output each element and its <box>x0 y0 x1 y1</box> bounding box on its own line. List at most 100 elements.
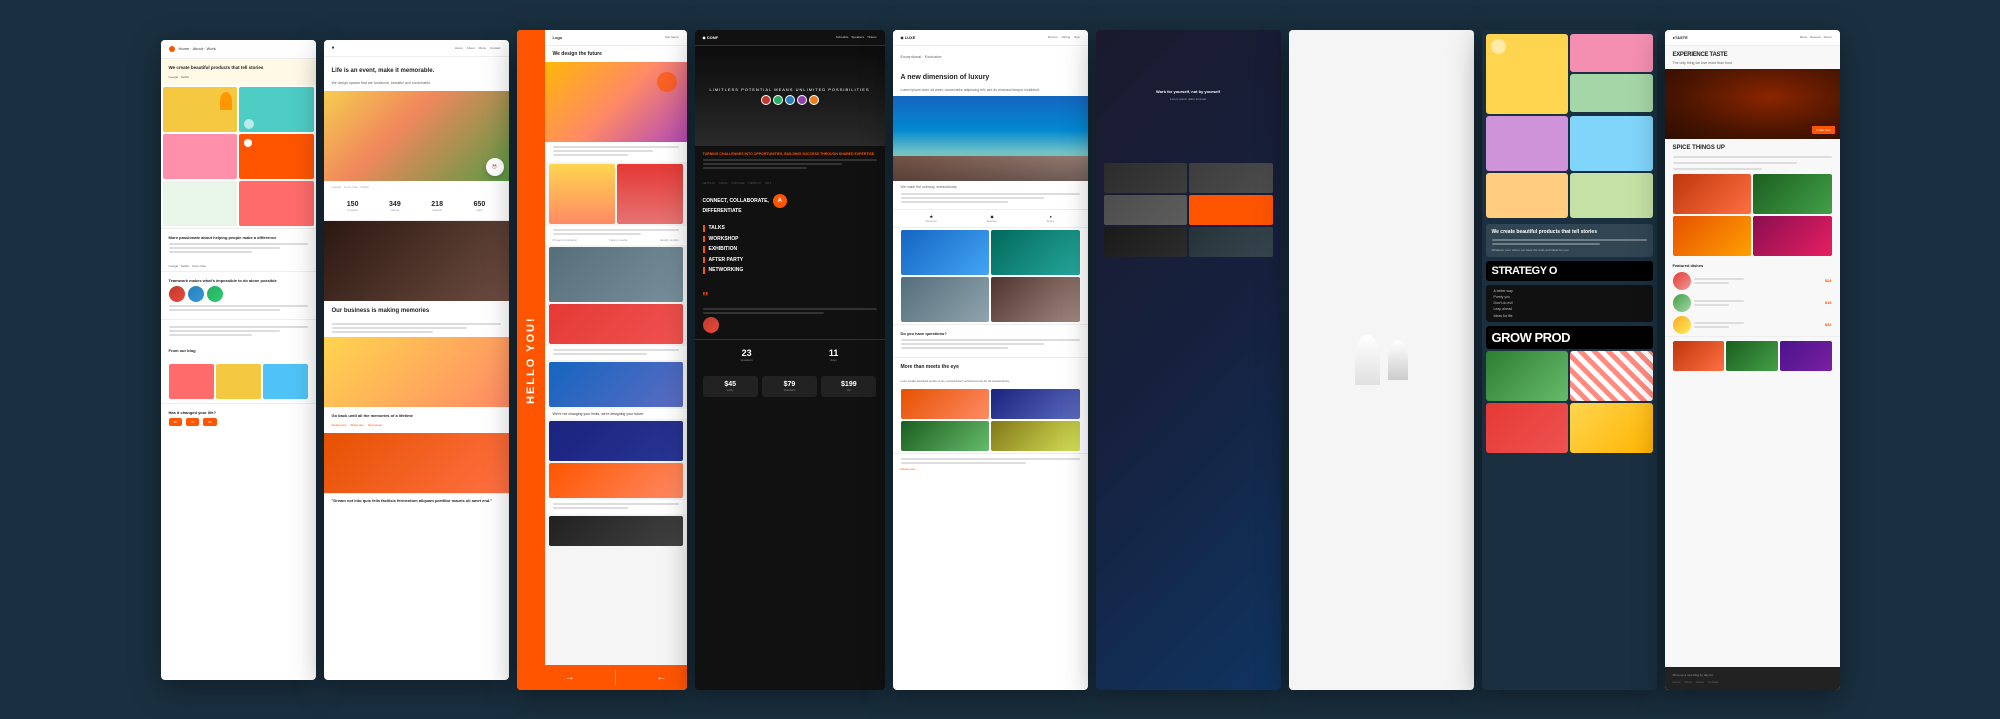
card1-cta-text: Has it changed your life? <box>169 410 308 415</box>
card2-food-image: ⏰ <box>324 91 509 181</box>
card5-img4 <box>991 277 1080 322</box>
card5-logo: ◆ LUXE <box>901 35 916 40</box>
card4-pricing-row: $45 early $79 standard $199 vip <box>703 376 877 397</box>
card2-stat3: 218 awards <box>431 201 443 212</box>
card4-schedule: TALKS WORKSHOP EXHIBITION AFTER PARTY NE… <box>695 219 885 284</box>
card1-section1: More passionate about helping people mak… <box>161 228 316 261</box>
card2-nav: Home About Menu Contact <box>455 46 501 50</box>
card8-cell1 <box>1486 34 1569 114</box>
card9-food2 <box>1753 174 1832 214</box>
card5-img-grid <box>893 228 1088 324</box>
card4-connect-text: CONNECT, COLLABORATE, A <box>703 194 877 208</box>
card3-img3 <box>549 247 683 302</box>
card3-bottom-bar: → ← <box>545 665 687 690</box>
card8-bottom4 <box>1570 403 1653 453</box>
card5-amenity1 <box>901 389 990 419</box>
card1-logos2: Google · Netflix · Coca Cola <box>169 264 206 268</box>
card4-hero: LIMITLESS POTENTIAL MEANS UNLIMITED POSS… <box>695 46 885 146</box>
card8-cell6 <box>1486 173 1569 218</box>
card8-bottom2 <box>1570 351 1653 401</box>
card1-teamwork-title: Teamwork makes what's impossible to do a… <box>169 278 308 283</box>
card2-hero-sub: We design spaces that are functional, be… <box>324 81 509 91</box>
card2-brand-logos: Google · Coca Cola · Netflix <box>332 185 369 189</box>
template-card-1[interactable]: Home · About · Work We create beautiful … <box>161 40 316 680</box>
card4-pricing: $45 early $79 standard $199 vip <box>695 370 885 403</box>
card3-arrow-right[interactable]: → <box>565 672 575 683</box>
card4-speaker-avatar <box>703 317 719 333</box>
template-card-2[interactable]: ● Home About Menu Contact Life is an eve… <box>324 40 509 680</box>
card2-food-img3 <box>324 433 509 493</box>
card2-clock-icon: ⏰ <box>486 158 504 176</box>
card4-hero-overlay: LIMITLESS POTENTIAL MEANS UNLIMITED POSS… <box>695 46 885 146</box>
card4-stats: 23 speakers 11 days <box>695 339 885 370</box>
card4-quote-mark: " <box>703 290 877 308</box>
card3-header: Logo Nav items <box>545 30 687 46</box>
card5-amenity3 <box>901 421 990 451</box>
card2-food-img2 <box>324 337 509 407</box>
card2-section2-title: Go back until all the memories of a life… <box>332 413 501 419</box>
card4-logo: ◆ CONF <box>703 35 719 40</box>
card3-img2 <box>617 164 683 224</box>
card5-img2 <box>991 230 1080 275</box>
card4-price2: $79 standard <box>762 376 817 397</box>
card5-discover-text: Let's create beautiful works of art, ext… <box>893 376 1088 387</box>
card8-bottom-grid <box>1482 351 1657 457</box>
card8-strategy-text: STRATEGY O <box>1486 261 1653 281</box>
card8-cell4 <box>1486 116 1569 171</box>
card5-amenities <box>893 387 1088 453</box>
card3-img5 <box>549 362 683 407</box>
card2-tags: Read more Share tips Next steps <box>332 423 501 427</box>
card4-price3: $199 vip <box>821 376 876 397</box>
avatar3 <box>785 95 795 105</box>
template-card-8[interactable]: We create beautiful products that tell s… <box>1482 30 1657 690</box>
card4-exhibition: EXHIBITION <box>703 246 877 253</box>
card8-cell3 <box>1570 74 1653 112</box>
card9-price3: $32 <box>1825 322 1832 327</box>
card2-quote: "Dream not into quis felis facilisis fer… <box>332 498 501 503</box>
template-card-3[interactable]: HELLO YOU! Logo Nav items We design the … <box>517 30 687 690</box>
card4-talks: TALKS <box>703 225 877 232</box>
card3-img7 <box>549 463 683 498</box>
card5-hero-text: A new dimension of luxury <box>893 63 1088 88</box>
card4-nav: Schedule Speakers Tickets <box>836 35 877 39</box>
template-card-5[interactable]: ◆ LUXE Rooms Dining Spa Exceptional · Ex… <box>893 30 1088 690</box>
card6-hero-text: Work for yourself, not by yourself <box>1156 89 1220 95</box>
card1-testimonial <box>161 319 316 344</box>
card5-questions: Do you have questions? <box>893 324 1088 357</box>
card9-food-img-row <box>1665 336 1840 375</box>
card1-btn[interactable]: 30 <box>169 418 182 426</box>
card9-food1 <box>1673 174 1752 214</box>
card1-img4 <box>239 134 314 179</box>
template-card-4[interactable]: ◆ CONF Schedule Speakers Tickets LIMITLE… <box>695 30 885 690</box>
template-card-6[interactable]: Home About Work Blog ≡ Work for yourself… <box>1096 30 1281 690</box>
card1-section1-title: More passionate about helping people mak… <box>169 235 308 240</box>
card9-item2: $18 <box>1665 292 1840 314</box>
card8-cell5 <box>1570 116 1653 171</box>
template-card-7[interactable]: Education is learning what you didn't ev… <box>1289 30 1474 690</box>
card5-read-more[interactable]: Read more → <box>901 467 1080 471</box>
card1-btn3[interactable]: 50 <box>203 418 216 426</box>
card5-ordinary-text: We make the ordinary, extraordinary <box>893 181 1088 193</box>
card2-header: ● Home About Menu Contact <box>324 40 509 57</box>
card3-we-text: We're not changing your limits, we're de… <box>553 412 645 416</box>
card9-experience-text: EXPERIENCE TASTE <box>1665 46 1840 61</box>
avatar4 <box>797 95 807 105</box>
card4-potential-text: LIMITLESS POTENTIAL MEANS UNLIMITED POSS… <box>710 87 870 92</box>
card4-challenge-text: TURNING CHALLENGES INTO OPPORTUNITIES, B… <box>703 152 877 157</box>
card8-create-section: We create beautiful products that tell s… <box>1486 224 1653 257</box>
card1-tagline: We create beautiful products that tell s… <box>169 65 308 71</box>
card6-grid6 <box>1189 227 1273 257</box>
card2-logo: ● <box>332 45 335 51</box>
card3-arrow-left[interactable]: ← <box>656 672 666 683</box>
card1-img1 <box>163 87 238 132</box>
card4-header: ◆ CONF Schedule Speakers Tickets <box>695 30 885 46</box>
card3-hero-image <box>545 62 687 142</box>
card1-teamwork: Teamwork makes what's impossible to do a… <box>161 271 316 319</box>
card4-stat1: 23 speakers <box>741 348 753 362</box>
card9-thumb1 <box>1673 272 1691 290</box>
card5-sub: Lorem ipsum dolor sit amet, consectetur … <box>893 88 1088 97</box>
card1-btn2[interactable]: 70 <box>186 418 199 426</box>
template-card-9[interactable]: ●TASTE Menu · Reserve · About EXPERIENCE… <box>1665 30 1840 690</box>
card8-cell2 <box>1570 34 1653 72</box>
card1-blog-title: From our blog <box>169 348 308 353</box>
